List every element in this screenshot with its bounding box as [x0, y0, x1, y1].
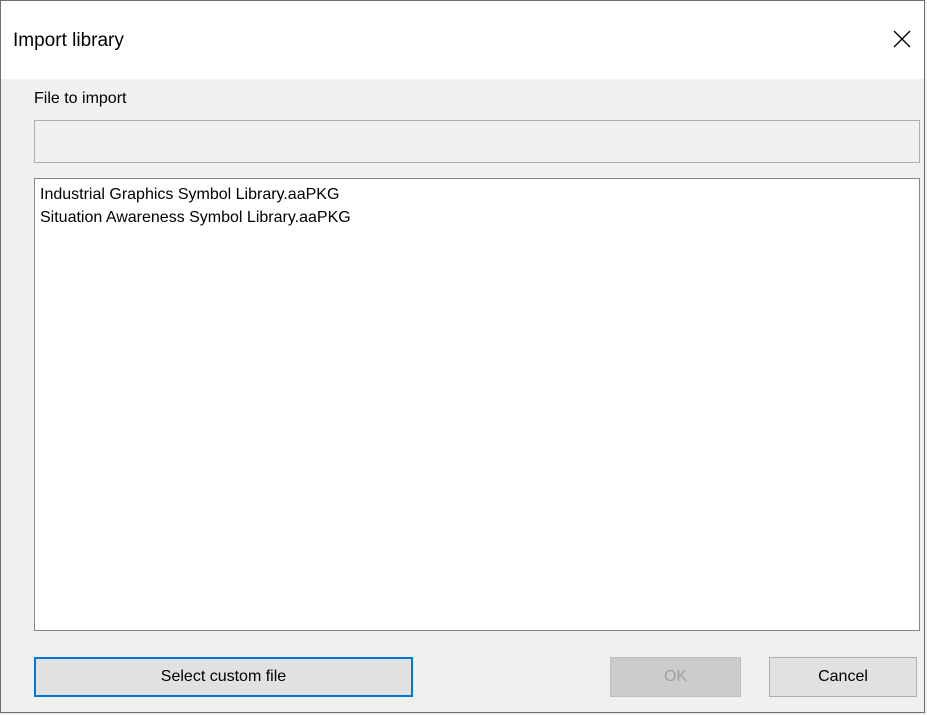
list-item-industrial-graphics[interactable]: Industrial Graphics Symbol Library.aaPKG	[40, 183, 914, 206]
import-library-dialog: Import library File to import Industrial…	[0, 0, 925, 713]
file-to-import-label: File to import	[34, 90, 127, 107]
select-custom-file-button[interactable]: Select custom file	[34, 657, 413, 697]
dialog-title: Import library	[13, 30, 124, 51]
close-button[interactable]	[884, 21, 920, 57]
library-listbox[interactable]: Industrial Graphics Symbol Library.aaPKG…	[34, 178, 920, 631]
title-bar: Import library	[1, 1, 924, 79]
close-icon	[893, 30, 911, 48]
file-to-import-field[interactable]	[34, 120, 920, 163]
ok-button[interactable]: OK	[610, 657, 741, 697]
cancel-button[interactable]: Cancel	[769, 657, 917, 697]
list-item-situation-awareness[interactable]: Situation Awareness Symbol Library.aaPKG	[40, 206, 914, 229]
